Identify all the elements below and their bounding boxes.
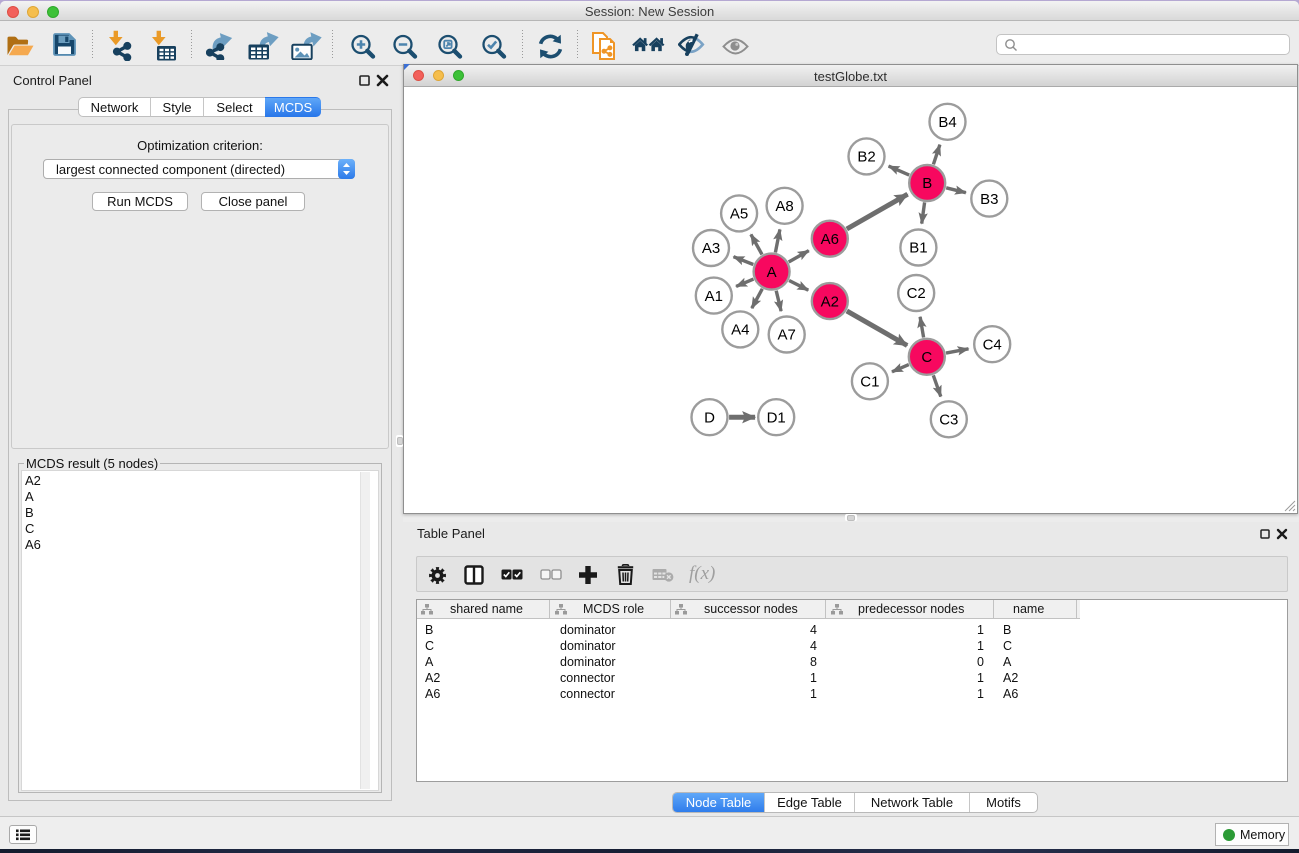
svg-text:C: C [921, 349, 932, 366]
svg-text:C4: C4 [983, 336, 1002, 353]
svg-text:B2: B2 [857, 149, 875, 166]
svg-text:B1: B1 [909, 240, 927, 257]
svg-text:A: A [767, 264, 777, 281]
svg-text:A4: A4 [731, 322, 749, 339]
svg-text:A7: A7 [778, 327, 796, 344]
svg-text:C3: C3 [939, 412, 958, 429]
svg-text:C1: C1 [860, 374, 879, 391]
svg-text:B3: B3 [980, 191, 998, 208]
svg-text:A2: A2 [821, 293, 839, 310]
svg-text:A3: A3 [702, 240, 720, 257]
svg-text:D: D [704, 409, 715, 426]
svg-text:B: B [922, 175, 932, 192]
svg-text:A8: A8 [775, 198, 793, 215]
svg-text:A6: A6 [821, 231, 839, 248]
svg-text:B4: B4 [938, 114, 956, 131]
svg-text:C2: C2 [907, 285, 926, 302]
svg-text:D1: D1 [767, 409, 786, 426]
svg-text:A5: A5 [730, 206, 748, 223]
svg-text:A1: A1 [705, 288, 723, 305]
